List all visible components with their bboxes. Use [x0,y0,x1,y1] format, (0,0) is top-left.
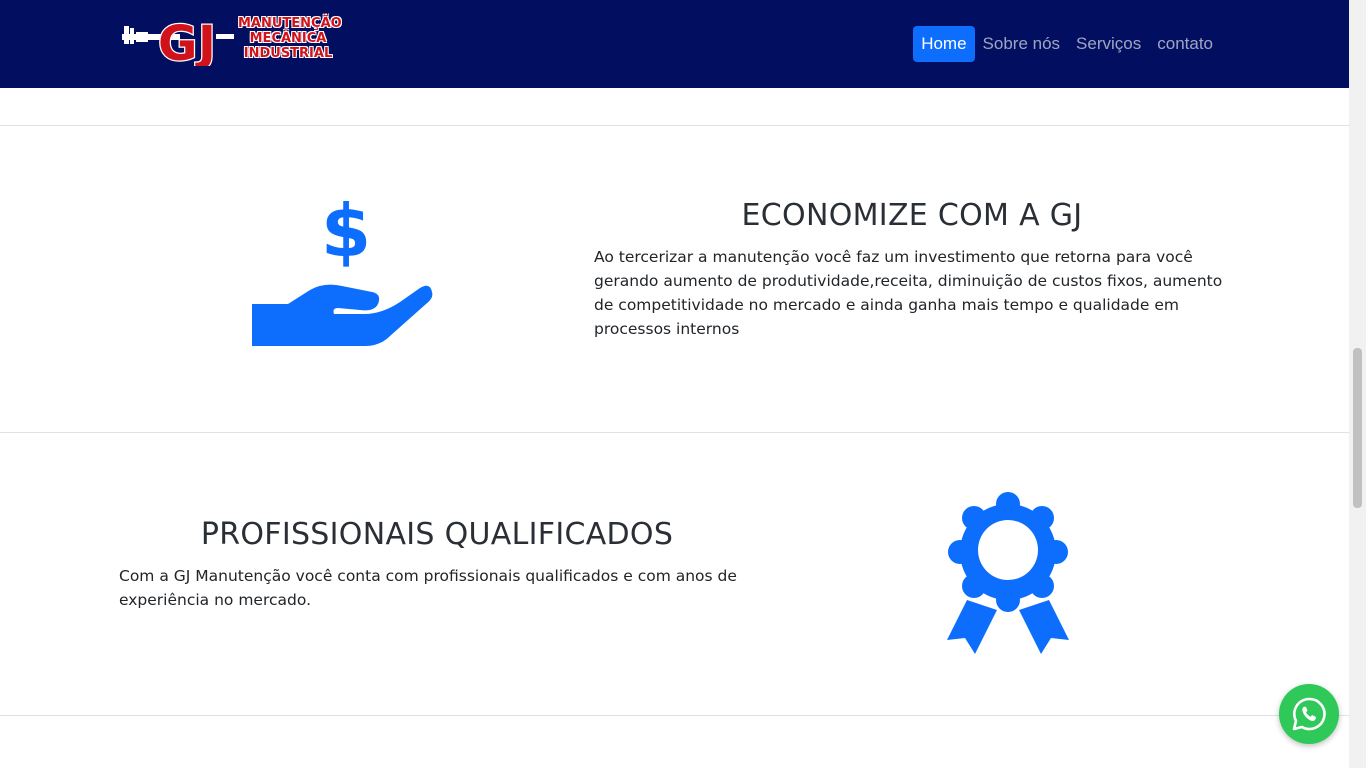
economize-title: ECONOMIZE COM A GJ [741,198,1083,233]
divider [0,715,1349,716]
svg-text:J: J [195,16,216,66]
divider [0,125,1349,126]
brand-line-2: MECÂNICA [249,31,327,46]
nav-link-sobre[interactable]: Sobre nós [975,26,1069,62]
profissionais-text: Com a GJ Manutenção você conta com profi… [119,567,737,609]
scrollbar-thumb[interactable] [1353,348,1362,508]
economize-text: Ao tercerizar a manutenção você faz um i… [594,248,1223,338]
whatsapp-icon [1292,697,1326,731]
profissionais-title: PROFISSIONAIS QUALIFICADOS [200,517,674,552]
whatsapp-button[interactable] [1279,684,1339,744]
money-hand-icon: $ [252,189,433,346]
nav-link-home[interactable]: Home [913,26,975,62]
svg-text:G: G [158,16,197,66]
nav-link-contato[interactable]: contato [1149,26,1221,62]
nav-link-servicos[interactable]: Serviços [1068,26,1149,62]
award-ribbon-icon [947,492,1069,654]
navbar: G J MANUTENÇÃO MECÂNICA INDUSTRIAL Home … [0,0,1349,88]
brand-logo[interactable]: G J MANUTENÇÃO MECÂNICA INDUSTRIAL [120,14,342,66]
brand-logo-text: MANUTENÇÃO MECÂNICA INDUSTRIAL [238,16,342,61]
page: G J MANUTENÇÃO MECÂNICA INDUSTRIAL Home … [0,0,1366,768]
brand-line-3: INDUSTRIAL [243,46,333,61]
brand-line-1: MANUTENÇÃO [238,16,342,31]
caliper-logo-icon: G J [122,15,234,66]
nav-links: Home Sobre nós Serviços contato [913,24,1221,64]
svg-text:$: $ [321,189,371,273]
divider [0,432,1349,433]
page-scrollbar[interactable] [1349,0,1366,768]
